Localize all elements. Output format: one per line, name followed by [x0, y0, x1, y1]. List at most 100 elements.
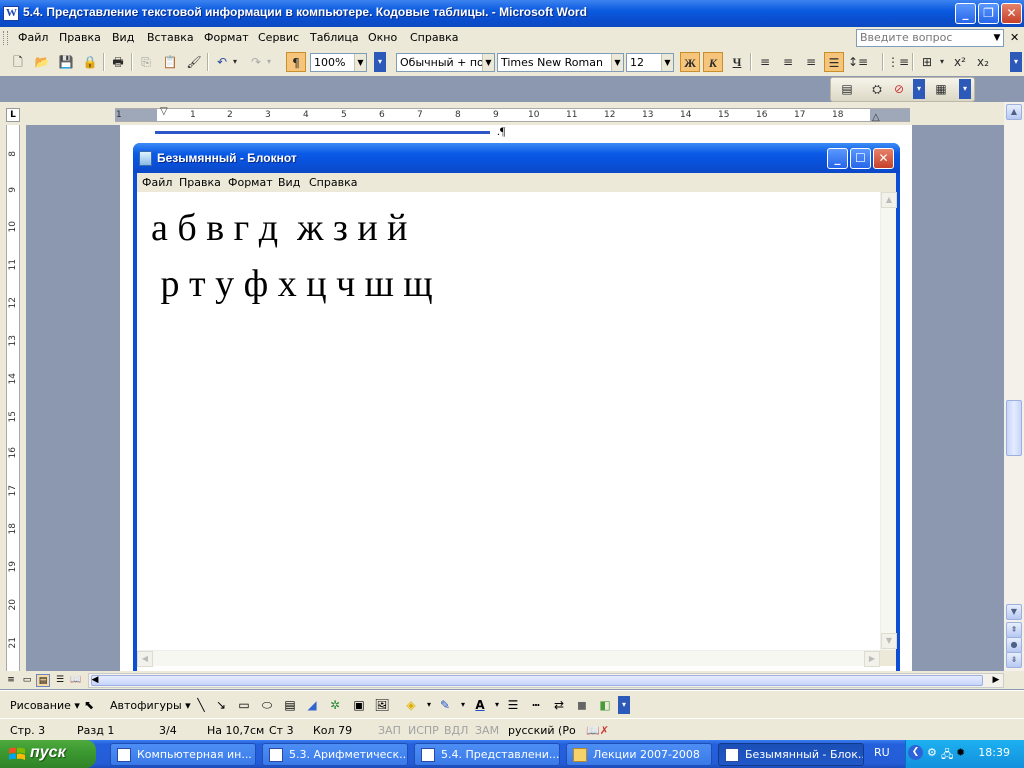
- style-select[interactable]: Обычный + пол ▼: [396, 53, 495, 72]
- horizontal-ruler[interactable]: 1 1 2 3 4 5 6 7 8 9 10 11 12 13 14 15 16…: [115, 106, 910, 123]
- align-center-icon[interactable]: ≡: [778, 52, 798, 72]
- drawing-menu-button[interactable]: Рисование ▾: [10, 699, 80, 712]
- vertical-ruler[interactable]: 8 9 10 11 12 13 14 15 16 17 18 19 20 21: [6, 125, 20, 671]
- toolbar-options-icon[interactable]: ▾: [618, 696, 630, 714]
- 3d-style-icon[interactable]: ◧: [596, 696, 614, 714]
- help-dropdown-arrow[interactable]: ▼: [991, 30, 1003, 46]
- subscript-icon[interactable]: x₂: [973, 52, 993, 72]
- status-record-macro[interactable]: ЗАП: [378, 724, 401, 737]
- superscript-icon[interactable]: x²: [950, 52, 970, 72]
- menu-view[interactable]: Вид: [112, 31, 134, 44]
- rectangle-icon[interactable]: ▭: [235, 696, 253, 714]
- bold-button[interactable]: Ж: [680, 52, 700, 72]
- shadow-style-icon[interactable]: ◼: [573, 696, 591, 714]
- font-select[interactable]: Times New Roman ▼: [497, 53, 624, 72]
- minimize-button[interactable]: _: [955, 3, 976, 24]
- horizontal-scrollbar[interactable]: [88, 673, 1004, 688]
- notepad-app-icon[interactable]: [139, 151, 152, 166]
- scroll-right-icon[interactable]: ▶: [989, 674, 1003, 687]
- right-indent-marker[interactable]: △: [872, 112, 880, 123]
- notepad-window[interactable]: Безымянный - Блокнот _ ☐ ✕ Файл Правка Ф…: [133, 143, 900, 671]
- select-browse-object-icon[interactable]: ●: [1006, 637, 1022, 653]
- notepad-menu-help[interactable]: Справка: [309, 176, 357, 189]
- notepad-scroll-left-icon[interactable]: ◀: [137, 651, 153, 667]
- line-color-icon[interactable]: ✎: [436, 696, 454, 714]
- clip-art-icon[interactable]: ▣: [350, 696, 368, 714]
- embedded-object-frame[interactable]: [155, 125, 490, 134]
- language-indicator[interactable]: RU: [874, 746, 890, 759]
- underline-button[interactable]: Ч: [727, 52, 747, 72]
- vertical-scroll-thumb[interactable]: [1006, 400, 1022, 456]
- align-left-icon[interactable]: ≡: [755, 52, 775, 72]
- font-size-dropdown-icon[interactable]: ▼: [661, 54, 673, 71]
- numbering-icon[interactable]: ⋮≡: [887, 52, 909, 72]
- paste-icon[interactable]: 📋: [160, 52, 180, 72]
- status-overtype[interactable]: ЗАМ: [475, 724, 499, 737]
- text-box-icon[interactable]: ▤: [281, 696, 299, 714]
- menu-file[interactable]: Файл: [18, 31, 48, 44]
- zoom-dropdown-icon[interactable]: ▼: [354, 54, 366, 71]
- toolbar-options-icon[interactable]: ▾: [959, 79, 971, 99]
- font-size-select[interactable]: 12 ▼: [626, 53, 674, 72]
- reading-layout-icon[interactable]: ⛭: [867, 79, 887, 99]
- notepad-horizontal-scrollbar[interactable]: ◀ ▶: [137, 650, 880, 667]
- tray-network-icon[interactable]: 🖧: [941, 746, 953, 765]
- word-app-icon[interactable]: [3, 6, 19, 21]
- style-dropdown-icon[interactable]: ▼: [482, 54, 494, 71]
- print-icon[interactable]: 🖶: [108, 52, 128, 72]
- restore-button[interactable]: ❐: [978, 3, 999, 24]
- menu-table[interactable]: Таблица: [310, 31, 359, 44]
- notepad-menu-edit[interactable]: Правка: [179, 176, 221, 189]
- notepad-menu-view[interactable]: Вид: [278, 176, 300, 189]
- print-layout-view-icon[interactable]: ▤: [36, 674, 50, 687]
- outline-view-icon[interactable]: ☰: [53, 674, 67, 687]
- insert-picture-icon[interactable]: 🖼: [373, 696, 391, 714]
- diagram-icon[interactable]: ✲: [326, 696, 344, 714]
- status-track-changes[interactable]: ИСПР: [408, 724, 439, 737]
- taskbar-item[interactable]: 5.4. Представлени...: [414, 743, 560, 766]
- research-icon[interactable]: ▦: [931, 79, 951, 99]
- notepad-title-bar[interactable]: Безымянный - Блокнот _ ☐ ✕: [133, 143, 900, 173]
- document-map-icon[interactable]: ▤: [837, 79, 857, 99]
- reading-view-icon[interactable]: 📖: [69, 674, 83, 687]
- next-page-icon[interactable]: ⇟: [1006, 652, 1022, 668]
- arrow-style-icon[interactable]: ⇄: [550, 696, 568, 714]
- notepad-close-button[interactable]: ✕: [873, 148, 894, 169]
- undo-icon[interactable]: ↶: [212, 52, 232, 72]
- taskbar-item-active[interactable]: Безымянный - Блок...: [718, 743, 864, 766]
- tray-antivirus-icon[interactable]: ✹: [956, 746, 965, 759]
- line-spacing-icon[interactable]: ↕≡: [848, 52, 868, 72]
- notepad-scroll-right-icon[interactable]: ▶: [864, 651, 880, 667]
- close-document-icon[interactable]: ✕: [1010, 31, 1019, 44]
- spelling-status-icon[interactable]: 📖✗: [586, 724, 609, 737]
- taskbar-item[interactable]: 5.3. Арифметическ...: [262, 743, 408, 766]
- notepad-maximize-button[interactable]: ☐: [850, 148, 871, 169]
- line-color-dropdown-icon[interactable]: ▾: [454, 696, 472, 714]
- notepad-menu-format[interactable]: Формат: [228, 176, 273, 189]
- line-icon[interactable]: ╲: [192, 696, 210, 714]
- scroll-left-icon[interactable]: ◀: [88, 674, 102, 687]
- autoshapes-menu-button[interactable]: Автофигуры ▾: [110, 699, 191, 712]
- justify-icon[interactable]: ☰: [824, 52, 844, 72]
- taskbar-item[interactable]: Компьютерная ин...: [110, 743, 256, 766]
- dash-style-icon[interactable]: ┅: [527, 696, 545, 714]
- tray-app-icon[interactable]: ⚙: [927, 746, 937, 759]
- status-extend-selection[interactable]: ВДЛ: [444, 724, 468, 737]
- normal-view-icon[interactable]: ≡: [4, 674, 18, 687]
- notepad-scroll-down-icon[interactable]: ▼: [881, 633, 897, 649]
- vertical-scrollbar[interactable]: ▲ ▼ ⇞ ● ⇟: [1004, 102, 1024, 671]
- oval-icon[interactable]: ⬭: [258, 696, 276, 714]
- close-button[interactable]: ✕: [1001, 3, 1022, 24]
- notepad-menu-file[interactable]: Файл: [142, 176, 172, 189]
- scroll-down-icon[interactable]: ▼: [1006, 604, 1022, 620]
- show-formatting-marks-icon[interactable]: ¶: [286, 52, 306, 72]
- toolbar-options-icon[interactable]: ▾: [374, 52, 386, 72]
- previous-page-icon[interactable]: ⇞: [1006, 622, 1022, 638]
- resize-grip-icon[interactable]: [880, 650, 896, 666]
- first-line-indent-marker[interactable]: ▽: [160, 106, 168, 117]
- open-folder-icon[interactable]: 📂: [32, 52, 52, 72]
- zoom-select[interactable]: 100% ▼: [310, 53, 367, 72]
- menu-format[interactable]: Формат: [204, 31, 249, 44]
- start-button[interactable]: пуск: [0, 740, 96, 768]
- menu-edit[interactable]: Правка: [59, 31, 101, 44]
